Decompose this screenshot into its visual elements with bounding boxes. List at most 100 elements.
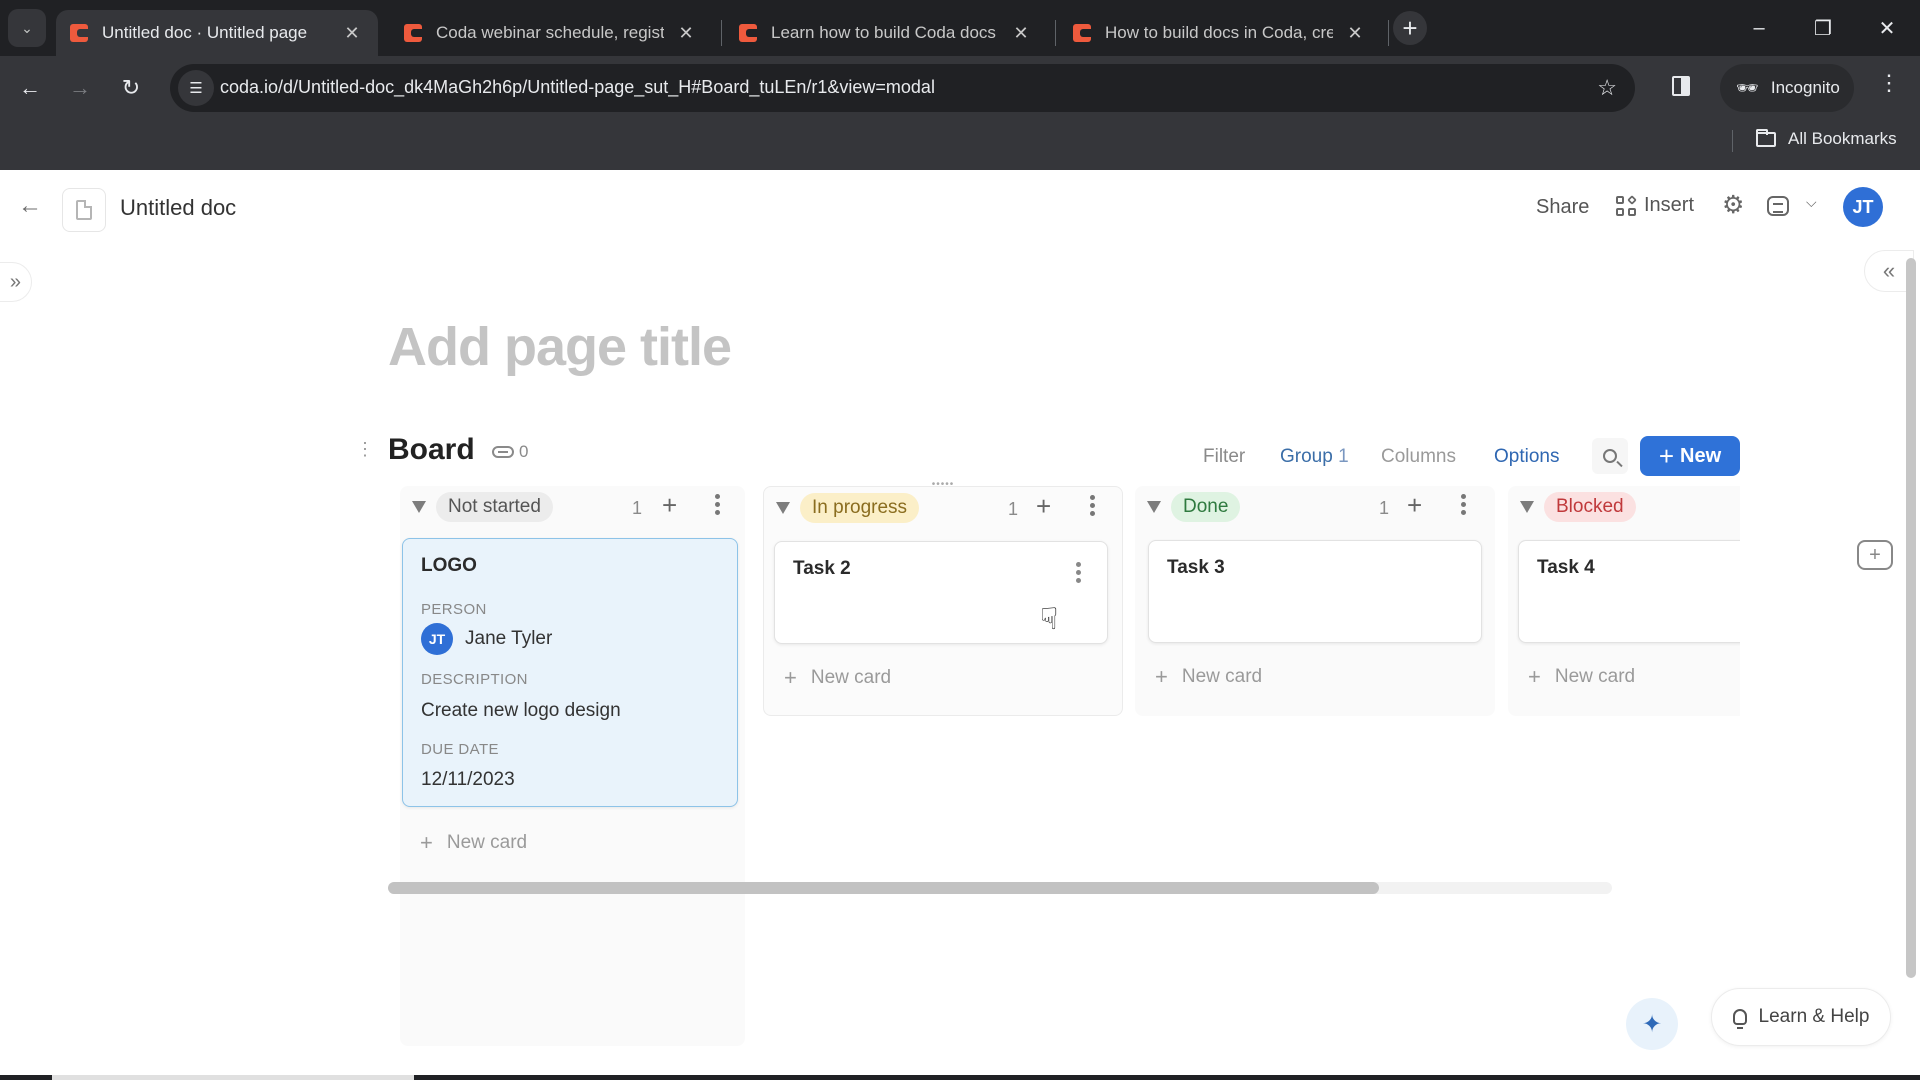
- page-vertical-scrollbar[interactable]: [1906, 258, 1916, 978]
- plus-icon: +: [1658, 441, 1675, 471]
- board-column-in-progress: ••••• In progress 1 + Task 2 + New card: [763, 479, 1123, 716]
- restore-button[interactable]: ❐: [1800, 10, 1846, 46]
- board-card[interactable]: Task 4: [1518, 540, 1740, 643]
- insert-button[interactable]: Insert: [1616, 194, 1694, 217]
- gear-icon[interactable]: ⚙: [1722, 190, 1744, 220]
- new-card-button[interactable]: + New card: [420, 830, 527, 856]
- back-arrow-icon[interactable]: ←: [18, 192, 42, 220]
- scrollbar-thumb[interactable]: [388, 882, 1380, 894]
- reload-button[interactable]: ↻: [113, 70, 149, 106]
- learn-help-button[interactable]: Learn & Help: [1711, 988, 1891, 1046]
- board-horizontal-scrollbar[interactable]: [388, 882, 1612, 894]
- plus-icon: +: [784, 665, 797, 690]
- board-card[interactable]: LOGO PERSON JT Jane Tyler DESCRIPTION Cr…: [402, 538, 738, 807]
- close-tab-icon[interactable]: ✕: [1009, 23, 1033, 44]
- share-button[interactable]: Share: [1536, 196, 1589, 219]
- new-tab-button[interactable]: +: [1393, 11, 1427, 45]
- star-icon[interactable]: ☆: [1597, 75, 1617, 101]
- board-column-done: Done 1 + Task 3 + New card: [1135, 486, 1495, 716]
- collapse-caret-icon[interactable]: [776, 502, 790, 514]
- doc-header: ← Untitled doc Share Insert ⚙ ⌵ JT: [0, 170, 1920, 242]
- close-window-button[interactable]: ✕: [1864, 10, 1910, 46]
- board-title[interactable]: Board: [388, 433, 475, 467]
- tab-strip: ⌄ Untitled doc · Untitled page ✕ Coda we…: [0, 0, 1920, 56]
- all-bookmarks-button[interactable]: All Bookmarks: [1756, 128, 1897, 149]
- browser-tab[interactable]: Coda webinar schedule, regist ✕: [390, 10, 712, 56]
- board-column-not-started: Not started 1 + LOGO PERSON JT Jane Tyle…: [400, 486, 745, 1046]
- board-link-count[interactable]: 0: [492, 442, 528, 462]
- close-tab-icon[interactable]: ✕: [1343, 23, 1367, 44]
- column-menu-icon[interactable]: [1090, 495, 1096, 519]
- status-pill[interactable]: In progress: [800, 493, 920, 523]
- add-comment-icon[interactable]: +: [1857, 540, 1893, 570]
- card-menu-icon[interactable]: [1076, 562, 1081, 586]
- browser-tab[interactable]: Learn how to build Coda docs ✕: [725, 10, 1047, 56]
- new-card-button[interactable]: + New card: [784, 665, 891, 691]
- address-bar[interactable]: ☰ coda.io/d/Untitled-doc_dk4MaGh2h6p/Unt…: [170, 64, 1635, 112]
- person-chip[interactable]: JT Jane Tyler: [421, 623, 552, 655]
- browser-tab[interactable]: Untitled doc · Untitled page ✕: [56, 10, 378, 56]
- field-value-description: Create new logo design: [421, 700, 621, 721]
- browser-toolbar: ← → ↻ ☰ coda.io/d/Untitled-doc_dk4MaGh2h…: [0, 56, 1920, 120]
- new-card-button[interactable]: + New card: [1155, 664, 1262, 690]
- card-title: Task 3: [1167, 557, 1225, 578]
- collapse-caret-icon[interactable]: [412, 501, 426, 513]
- tab-search-button[interactable]: ⌄: [8, 9, 46, 47]
- minimize-button[interactable]: –: [1736, 10, 1782, 46]
- side-panel-icon[interactable]: [1672, 76, 1690, 96]
- browser-menu-icon[interactable]: ⋮: [1878, 70, 1900, 96]
- coda-page: ← Untitled doc Share Insert ⚙ ⌵ JT » « A…: [0, 170, 1920, 1080]
- new-card-button[interactable]: + New card: [1528, 664, 1635, 690]
- filter-button[interactable]: Filter: [1203, 446, 1245, 468]
- close-tab-icon[interactable]: ✕: [340, 23, 364, 44]
- column-header: In progress 1 +: [764, 487, 1122, 531]
- reload-icon: ↻: [121, 75, 141, 100]
- doc-title[interactable]: Untitled doc: [120, 195, 236, 221]
- back-button[interactable]: ←: [12, 70, 48, 106]
- site-info-button[interactable]: ☰: [178, 70, 214, 106]
- new-card-label: New card: [1554, 666, 1636, 687]
- status-pill[interactable]: Not started: [436, 492, 553, 522]
- link-icon: [492, 446, 514, 458]
- page-title[interactable]: Add page title: [388, 316, 732, 378]
- chevron-down-icon[interactable]: ⌵: [1806, 194, 1817, 211]
- group-button[interactable]: Group 1: [1280, 446, 1349, 468]
- comments-icon[interactable]: [1767, 196, 1789, 216]
- search-icon: [1603, 449, 1617, 463]
- forward-button[interactable]: →: [62, 70, 98, 106]
- add-card-icon[interactable]: +: [1407, 492, 1422, 518]
- lightbulb-icon: [1732, 1009, 1747, 1029]
- column-header: Not started 1 +: [400, 486, 745, 530]
- user-avatar[interactable]: JT: [1843, 187, 1883, 227]
- status-pill[interactable]: Blocked: [1544, 492, 1636, 522]
- board-search-button[interactable]: [1592, 438, 1628, 474]
- ai-sparkle-button[interactable]: ✦: [1626, 998, 1678, 1050]
- collapse-caret-icon[interactable]: [1520, 501, 1534, 513]
- tab-separator: [1055, 20, 1056, 46]
- add-card-icon[interactable]: +: [662, 492, 677, 518]
- status-pill[interactable]: Done: [1171, 492, 1241, 522]
- all-bookmarks-label: All Bookmarks: [1788, 129, 1897, 148]
- board-drag-handle[interactable]: ⋮: [356, 440, 374, 458]
- column-menu-icon[interactable]: [715, 494, 721, 518]
- column-menu-icon[interactable]: [1461, 494, 1467, 518]
- incognito-badge[interactable]: 🕶 Incognito: [1720, 64, 1854, 112]
- board-card[interactable]: Task 3: [1148, 540, 1482, 643]
- group-label: Group: [1280, 446, 1333, 467]
- columns-button[interactable]: Columns: [1381, 446, 1456, 468]
- new-card-label: New card: [446, 832, 528, 853]
- close-tab-icon[interactable]: ✕: [674, 23, 698, 44]
- doc-icon-button[interactable]: [62, 188, 106, 232]
- url-text[interactable]: coda.io/d/Untitled-doc_dk4MaGh2h6p/Untit…: [220, 77, 935, 98]
- minimize-icon: –: [1753, 16, 1765, 39]
- incognito-label: Incognito: [1770, 78, 1840, 97]
- new-card-label: New card: [810, 667, 892, 688]
- tab-separator: [721, 20, 722, 46]
- options-button[interactable]: Options: [1494, 446, 1559, 468]
- browser-tab[interactable]: How to build docs in Coda, cre ✕: [1059, 10, 1381, 56]
- expand-sidebar-button[interactable]: »: [0, 262, 32, 302]
- collapse-caret-icon[interactable]: [1147, 501, 1161, 513]
- add-card-icon[interactable]: +: [1036, 493, 1051, 519]
- new-row-button[interactable]: + New: [1640, 436, 1740, 476]
- link-count: 0: [519, 442, 529, 461]
